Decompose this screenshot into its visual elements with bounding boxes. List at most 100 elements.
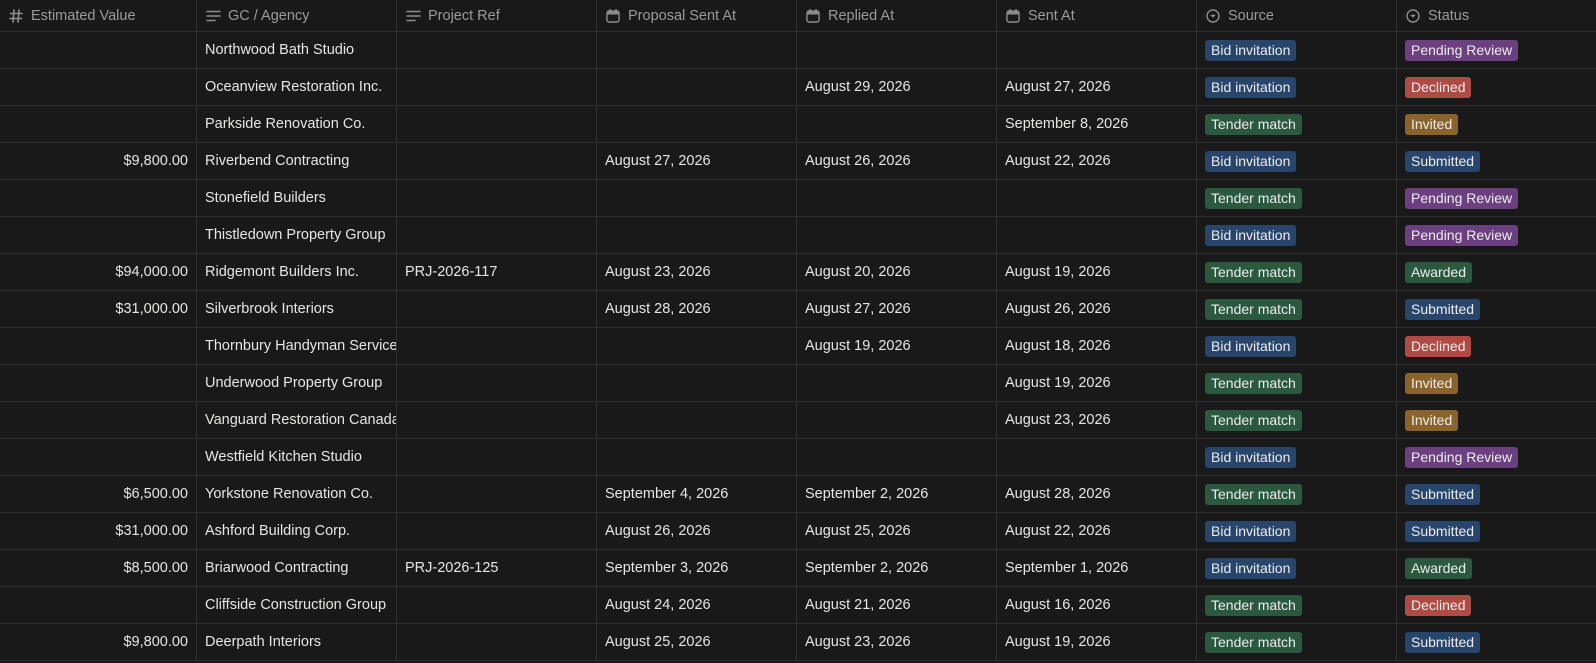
status-cell[interactable]: Submitted — [1397, 291, 1596, 327]
proposal-sent-cell[interactable] — [597, 32, 797, 68]
source-cell[interactable]: Tender match — [1197, 587, 1397, 623]
sent-at-cell[interactable]: August 28, 2026 — [997, 476, 1197, 512]
sent-at-cell[interactable]: September 8, 2026 — [997, 106, 1197, 142]
proposal-sent-cell[interactable]: August 24, 2026 — [597, 587, 797, 623]
proposal-sent-cell[interactable] — [597, 402, 797, 438]
status-cell[interactable]: Declined — [1397, 328, 1596, 364]
source-cell[interactable]: Tender match — [1197, 291, 1397, 327]
status-cell[interactable]: Invited — [1397, 106, 1596, 142]
sent-at-cell[interactable] — [997, 217, 1197, 253]
sent-at-cell[interactable]: August 23, 2026 — [997, 402, 1197, 438]
agency-cell[interactable]: Yorkstone Renovation Co. — [197, 476, 397, 512]
status-cell[interactable]: Submitted — [1397, 513, 1596, 549]
sent-at-cell[interactable]: August 26, 2026 — [997, 291, 1197, 327]
agency-cell[interactable]: Ashford Building Corp. — [197, 513, 397, 549]
replied-at-cell[interactable] — [797, 402, 997, 438]
table-row[interactable]: Stonefield Builders Tender match Pending R… — [0, 180, 1596, 217]
agency-cell[interactable]: Ridgemont Builders Inc. — [197, 254, 397, 290]
proposal-sent-cell[interactable]: August 28, 2026 — [597, 291, 797, 327]
status-cell[interactable]: Declined — [1397, 587, 1596, 623]
replied-at-cell[interactable]: August 29, 2026 — [797, 69, 997, 105]
estimated-value-cell[interactable]: $8,500.00 — [0, 550, 197, 586]
project-ref-cell[interactable] — [397, 106, 597, 142]
sent-at-cell[interactable]: August 19, 2026 — [997, 365, 1197, 401]
proposal-sent-cell[interactable]: August 25, 2026 — [597, 624, 797, 660]
status-cell[interactable]: Pending Review — [1397, 217, 1596, 253]
estimated-value-cell[interactable]: $94,000.00 — [0, 254, 197, 290]
proposal-sent-cell[interactable] — [597, 106, 797, 142]
column-header-gc-agency[interactable]: GC / Agency — [197, 0, 397, 31]
agency-cell[interactable]: Briarwood Contracting — [197, 550, 397, 586]
project-ref-cell[interactable] — [397, 587, 597, 623]
sent-at-cell[interactable] — [997, 32, 1197, 68]
table-row[interactable]: Oceanview Restoration Inc. August 29, 202… — [0, 69, 1596, 106]
table-row[interactable]: $94,000.00 Ridgemont Builders Inc. PRJ-202… — [0, 254, 1596, 291]
replied-at-cell[interactable]: August 20, 2026 — [797, 254, 997, 290]
project-ref-cell[interactable] — [397, 217, 597, 253]
replied-at-cell[interactable]: August 25, 2026 — [797, 513, 997, 549]
source-cell[interactable]: Tender match — [1197, 365, 1397, 401]
table-row[interactable]: Parkside Renovation Co. September 8, 2026… — [0, 106, 1596, 143]
source-cell[interactable]: Tender match — [1197, 476, 1397, 512]
status-cell[interactable]: Pending Review — [1397, 180, 1596, 216]
replied-at-cell[interactable]: August 26, 2026 — [797, 143, 997, 179]
status-cell[interactable]: Submitted — [1397, 143, 1596, 179]
status-cell[interactable]: Awarded — [1397, 254, 1596, 290]
status-cell[interactable]: Awarded — [1397, 550, 1596, 586]
project-ref-cell[interactable]: PRJ-2026-117 — [397, 254, 597, 290]
replied-at-cell[interactable] — [797, 106, 997, 142]
proposal-sent-cell[interactable] — [597, 439, 797, 475]
proposal-sent-cell[interactable]: September 4, 2026 — [597, 476, 797, 512]
sent-at-cell[interactable]: August 27, 2026 — [997, 69, 1197, 105]
project-ref-cell[interactable]: PRJ-2026-125 — [397, 550, 597, 586]
sent-at-cell[interactable]: August 16, 2026 — [997, 587, 1197, 623]
table-row[interactable]: Thornbury Handyman Service August 19, 202… — [0, 328, 1596, 365]
agency-cell[interactable]: Thistledown Property Group — [197, 217, 397, 253]
proposal-sent-cell[interactable] — [597, 328, 797, 364]
proposal-sent-cell[interactable] — [597, 365, 797, 401]
source-cell[interactable]: Bid invitation — [1197, 439, 1397, 475]
project-ref-cell[interactable] — [397, 476, 597, 512]
estimated-value-cell[interactable] — [0, 365, 197, 401]
estimated-value-cell[interactable]: $6,500.00 — [0, 476, 197, 512]
replied-at-cell[interactable]: August 23, 2026 — [797, 624, 997, 660]
table-row[interactable]: $6,500.00 Yorkstone Renovation Co. Septemb… — [0, 476, 1596, 513]
project-ref-cell[interactable] — [397, 402, 597, 438]
agency-cell[interactable]: Underwood Property Group — [197, 365, 397, 401]
status-cell[interactable]: Invited — [1397, 402, 1596, 438]
estimated-value-cell[interactable] — [0, 106, 197, 142]
sent-at-cell[interactable]: August 22, 2026 — [997, 513, 1197, 549]
replied-at-cell[interactable]: September 2, 2026 — [797, 550, 997, 586]
replied-at-cell[interactable] — [797, 365, 997, 401]
table-row[interactable]: Thistledown Property Group Bid invitation… — [0, 217, 1596, 254]
proposal-sent-cell[interactable]: August 26, 2026 — [597, 513, 797, 549]
status-cell[interactable]: Pending Review — [1397, 439, 1596, 475]
estimated-value-cell[interactable] — [0, 439, 197, 475]
column-header-sent-at[interactable]: Sent At — [997, 0, 1197, 31]
column-header-status[interactable]: Status — [1397, 0, 1596, 31]
column-header-proposal-sent-at[interactable]: Proposal Sent At — [597, 0, 797, 31]
proposal-sent-cell[interactable]: September 3, 2026 — [597, 550, 797, 586]
column-header-source[interactable]: Source — [1197, 0, 1397, 31]
project-ref-cell[interactable] — [397, 365, 597, 401]
project-ref-cell[interactable] — [397, 513, 597, 549]
project-ref-cell[interactable] — [397, 439, 597, 475]
estimated-value-cell[interactable] — [0, 217, 197, 253]
source-cell[interactable]: Bid invitation — [1197, 513, 1397, 549]
replied-at-cell[interactable]: August 19, 2026 — [797, 328, 997, 364]
project-ref-cell[interactable] — [397, 328, 597, 364]
estimated-value-cell[interactable] — [0, 328, 197, 364]
project-ref-cell[interactable] — [397, 69, 597, 105]
agency-cell[interactable]: Thornbury Handyman Service — [197, 328, 397, 364]
status-cell[interactable]: Pending Review — [1397, 32, 1596, 68]
agency-cell[interactable]: Silverbrook Interiors — [197, 291, 397, 327]
replied-at-cell[interactable]: September 2, 2026 — [797, 476, 997, 512]
project-ref-cell[interactable] — [397, 624, 597, 660]
table-row[interactable]: Northwood Bath Studio Bid invitation Pendi… — [0, 32, 1596, 69]
proposal-sent-cell[interactable] — [597, 69, 797, 105]
sent-at-cell[interactable]: September 1, 2026 — [997, 550, 1197, 586]
replied-at-cell[interactable] — [797, 180, 997, 216]
column-header-project-ref[interactable]: Project Ref — [397, 0, 597, 31]
replied-at-cell[interactable] — [797, 439, 997, 475]
table-row[interactable]: $31,000.00 Silverbrook Interiors August 28… — [0, 291, 1596, 328]
